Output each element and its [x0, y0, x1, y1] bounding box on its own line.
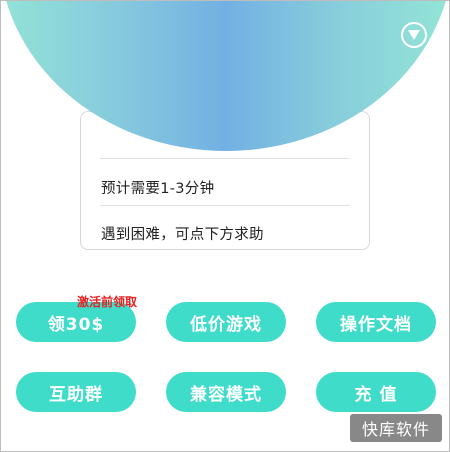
- estimate-time-text: 预计需要1-3分钟: [101, 181, 215, 197]
- chevron-down-icon: [408, 30, 420, 40]
- divider: [100, 158, 350, 159]
- header-banner: [1, 1, 449, 151]
- activation-note: 激活前领取: [77, 295, 138, 309]
- cheap-games-button[interactable]: 低价游戏: [166, 302, 286, 342]
- app-window: 预计需要1-3分钟 遇到困难，可点下方求助 激活前领取 领30$ 低价游戏 操作…: [0, 0, 450, 452]
- divider: [100, 205, 350, 206]
- mutual-help-group-button[interactable]: 互助群: [16, 372, 136, 412]
- watermark: 快库软件: [350, 414, 442, 442]
- docs-button[interactable]: 操作文档: [316, 302, 436, 342]
- compat-mode-button[interactable]: 兼容模式: [166, 372, 286, 412]
- recharge-button[interactable]: 充 值: [316, 372, 436, 412]
- collapse-button[interactable]: [401, 22, 427, 48]
- help-hint-text: 遇到困难，可点下方求助: [101, 227, 264, 243]
